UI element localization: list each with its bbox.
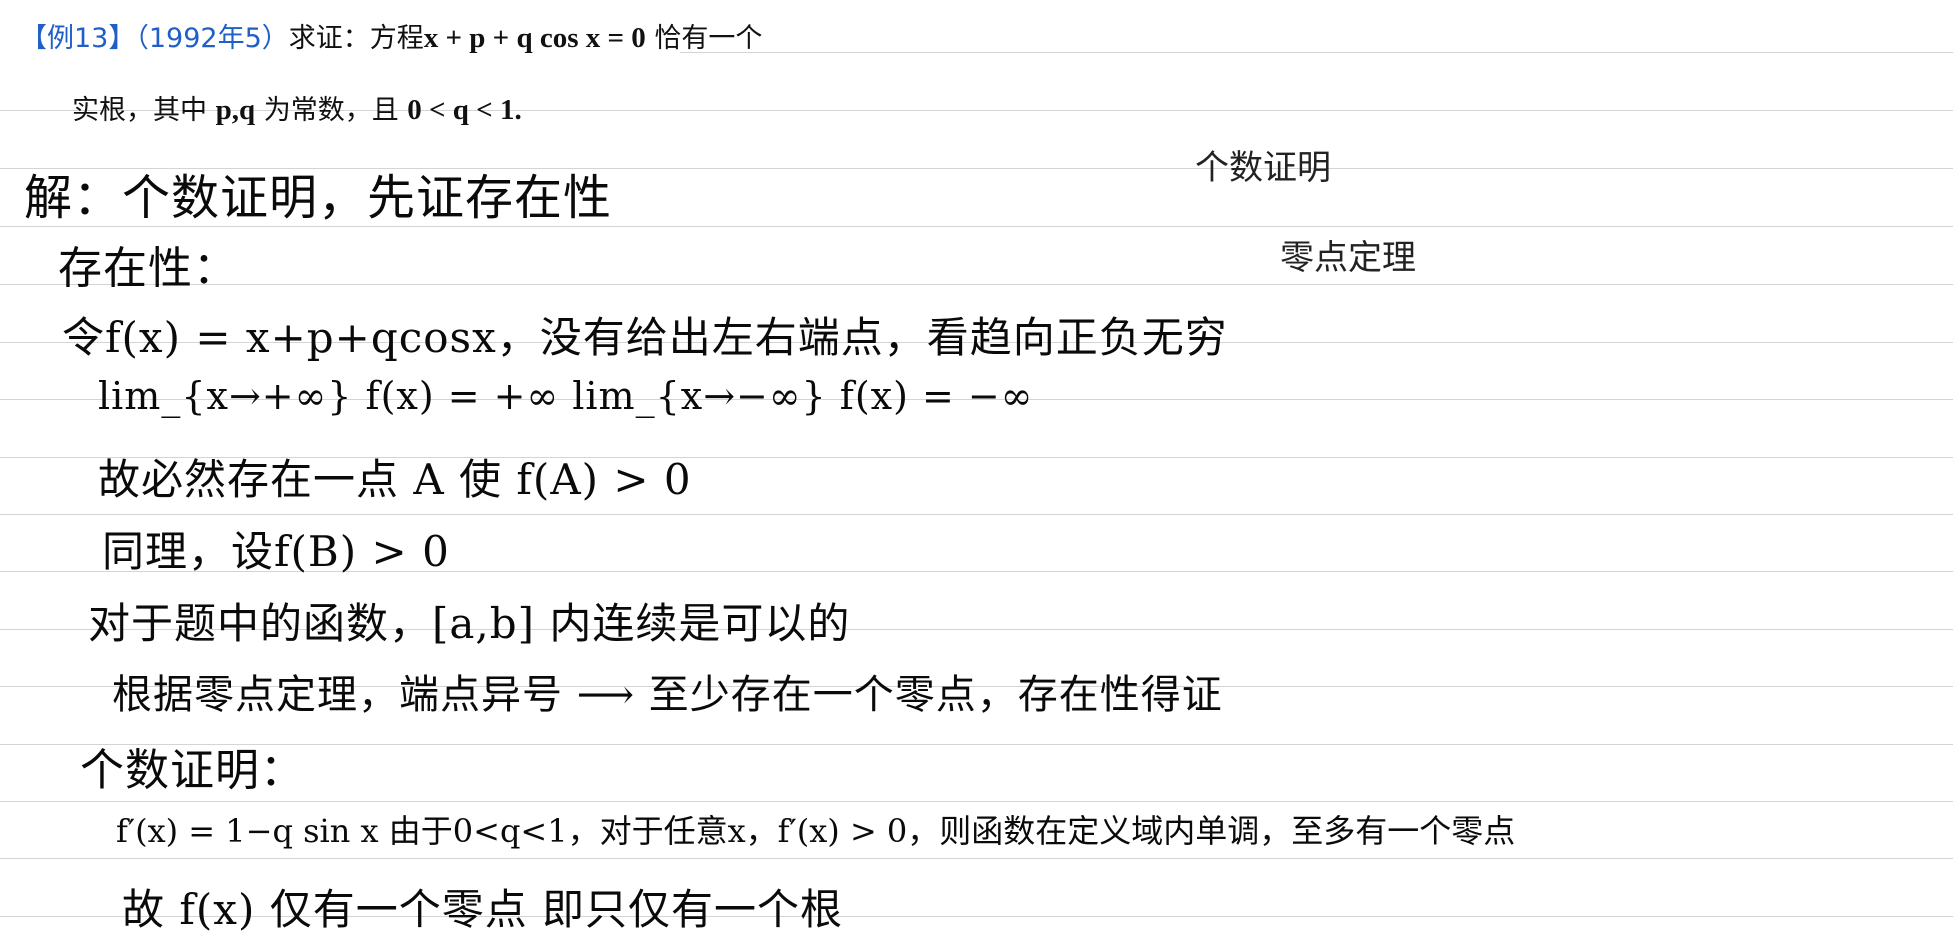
problem-line2-a: 实根，其中 [72,95,216,126]
problem-statement-b: 恰有一个 [645,23,763,54]
ruled-line [0,858,1953,859]
example-tag: 【例13】 [20,23,136,54]
parameters: p,q [215,94,256,126]
problem-line2-b: 为常数，且 [255,95,408,126]
example-source: （1992年5） [135,23,289,54]
equation: x + p + q cos x = 0 [423,22,646,54]
hw-line-point-b: 同理，设f(B) > 0 [102,527,450,576]
note-count-proof: 个数证明 [1195,148,1331,188]
hw-line-point-a: 故必然存在一点 A 使 f(A) > 0 [98,455,692,504]
problem-line-1: 【例13】（1992年5）求证：方程x + p + q cos x = 0 恰有… [20,16,762,55]
ruled-line [0,801,1953,802]
hw-line-define-f: 令f(x) = x+p+qcosx，没有给出左右端点，看趋向正负无穷 [62,313,1228,362]
hw-line-derivative: f′(x) = 1−q sin x 由于0<q<1，对于任意x，f′(x) > … [116,812,1516,850]
hw-line-continuity: 对于题中的函数，[a,b] 内连续是可以的 [88,599,851,648]
ruled-line [680,52,1953,53]
hw-line-conclusion: 故 f(x) 仅有一个零点 即只仅有一个根 [122,885,844,934]
hw-line-zero-theorem: 根据零点定理，端点异号 ⟶ 至少存在一个零点，存在性得证 [112,672,1223,718]
hw-line-limits: lim_{x→+∞} f(x) = +∞ lim_{x→−∞} f(x) = −… [98,374,1034,418]
ruled-line [0,284,1953,285]
problem-statement-a: 求证：方程 [288,23,424,54]
problem-line-2: 实根，其中 p,q 为常数，且 0 < q < 1. [72,88,522,127]
condition: 0 < q < 1. [407,94,522,126]
hw-line-existence-heading: 存在性： [58,243,238,294]
hw-line-solution-intro: 解：个数证明，先证存在性 [24,170,613,226]
hw-line-count-heading: 个数证明： [80,745,305,796]
note-zero-theorem: 零点定理 [1280,238,1416,278]
ruled-line [0,514,1953,515]
